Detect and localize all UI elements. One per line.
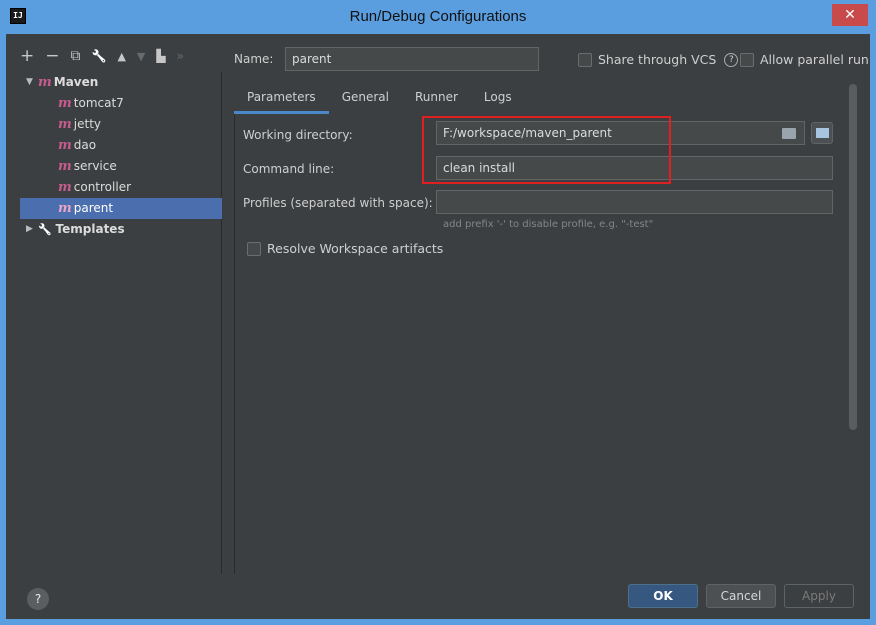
profiles-hint: add prefix '-' to disable profile, e.g. … <box>443 219 654 230</box>
tree-item-label: dao <box>73 138 97 152</box>
command-line-label: Command line: <box>243 162 335 176</box>
maven-icon: m <box>58 117 72 132</box>
window: IJ Run/Debug Configurations ✕ + − ⧉ 🔧 ▲ … <box>0 0 876 625</box>
share-vcs-option[interactable]: Share through VCS ? <box>578 52 739 67</box>
config-toolbar: + − ⧉ 🔧 ▲ ▼ ▙ » <box>20 46 184 66</box>
tab-general[interactable]: General <box>329 84 402 114</box>
tree-item-label: parent <box>73 201 114 215</box>
apply-button[interactable]: Apply <box>784 584 854 608</box>
window-title: Run/Debug Configurations <box>349 8 527 25</box>
wrench-icon[interactable]: 🔧 <box>92 49 107 63</box>
tab-runner[interactable]: Runner <box>402 84 471 114</box>
expand-arrow-icon[interactable]: ▼ <box>26 72 33 93</box>
maven-icon: m <box>58 96 72 111</box>
title-bar: IJ Run/Debug Configurations ✕ <box>0 0 876 34</box>
expand-arrow-icon[interactable]: ▶ <box>26 219 33 240</box>
move-down-icon[interactable]: ▼ <box>137 50 145 63</box>
move-up-icon[interactable]: ▲ <box>117 50 125 63</box>
folder-icon <box>816 128 829 138</box>
tab-bar: Parameters General Runner Logs <box>234 84 525 114</box>
maven-icon: m <box>58 138 72 153</box>
tree-item-jetty[interactable]: m jetty <box>20 114 222 135</box>
tree-item-label: service <box>73 159 117 173</box>
red-highlight-box <box>422 116 671 184</box>
working-directory-label: Working directory: <box>243 128 353 142</box>
tree-item-parent[interactable]: m parent <box>20 198 222 219</box>
tree-item-label: Maven <box>53 75 99 89</box>
vertical-scrollbar[interactable] <box>849 84 857 430</box>
maven-icon: m <box>58 159 72 174</box>
more-icon[interactable]: » <box>177 49 184 63</box>
wrench-icon: 🔧 <box>38 223 52 236</box>
name-input[interactable]: parent <box>285 47 539 71</box>
tree-item-label: controller <box>73 180 132 194</box>
folder-icon[interactable]: ▙ <box>156 49 165 63</box>
tab-parameters[interactable]: Parameters <box>234 84 329 114</box>
dialog-content: + − ⧉ 🔧 ▲ ▼ ▙ » ▼ m Maven m tomcat7 m jetty <box>6 34 870 619</box>
browse-button[interactable] <box>811 122 833 144</box>
ok-button[interactable]: OK <box>628 584 698 608</box>
profiles-input[interactable] <box>436 190 833 214</box>
tree-item-label: jetty <box>73 117 101 131</box>
help-icon[interactable]: ? <box>724 52 739 67</box>
allow-parallel-checkbox[interactable] <box>740 52 754 67</box>
share-vcs-checkbox[interactable] <box>578 52 592 67</box>
tree-item-service[interactable]: m service <box>20 156 222 177</box>
resolve-workspace-option[interactable]: Resolve Workspace artifacts <box>247 241 443 256</box>
profiles-label: Profiles (separated with space): <box>243 196 433 210</box>
tree-item-dao[interactable]: m dao <box>20 135 222 156</box>
close-button[interactable]: ✕ <box>832 4 868 26</box>
tree-item-label: Templates <box>55 222 125 236</box>
remove-icon[interactable]: − <box>45 46 59 66</box>
resolve-workspace-checkbox[interactable] <box>247 241 261 256</box>
cancel-button[interactable]: Cancel <box>706 584 776 608</box>
tree-item-templates[interactable]: ▶ 🔧 Templates <box>20 219 222 240</box>
maven-icon: m <box>58 201 72 216</box>
configuration-tree: ▼ m Maven m tomcat7 m jetty m dao m service m… <box>20 72 222 574</box>
folder-icon[interactable] <box>782 128 796 139</box>
name-label: Name: <box>234 52 274 66</box>
help-button[interactable]: ? <box>27 588 49 610</box>
tree-item-label: tomcat7 <box>73 96 124 110</box>
tree-item-maven[interactable]: ▼ m Maven <box>20 72 222 93</box>
allow-parallel-option[interactable]: Allow parallel run <box>740 52 869 67</box>
copy-icon[interactable]: ⧉ <box>71 48 81 64</box>
resolve-workspace-label: Resolve Workspace artifacts <box>267 241 444 256</box>
share-vcs-label: Share through VCS <box>598 52 717 67</box>
tree-item-controller[interactable]: m controller <box>20 177 222 198</box>
allow-parallel-label: Allow parallel run <box>760 52 869 67</box>
maven-icon: m <box>38 75 52 90</box>
add-icon[interactable]: + <box>20 46 34 66</box>
tab-logs[interactable]: Logs <box>471 84 525 114</box>
maven-icon: m <box>58 180 72 195</box>
tree-item-tomcat7[interactable]: m tomcat7 <box>20 93 222 114</box>
